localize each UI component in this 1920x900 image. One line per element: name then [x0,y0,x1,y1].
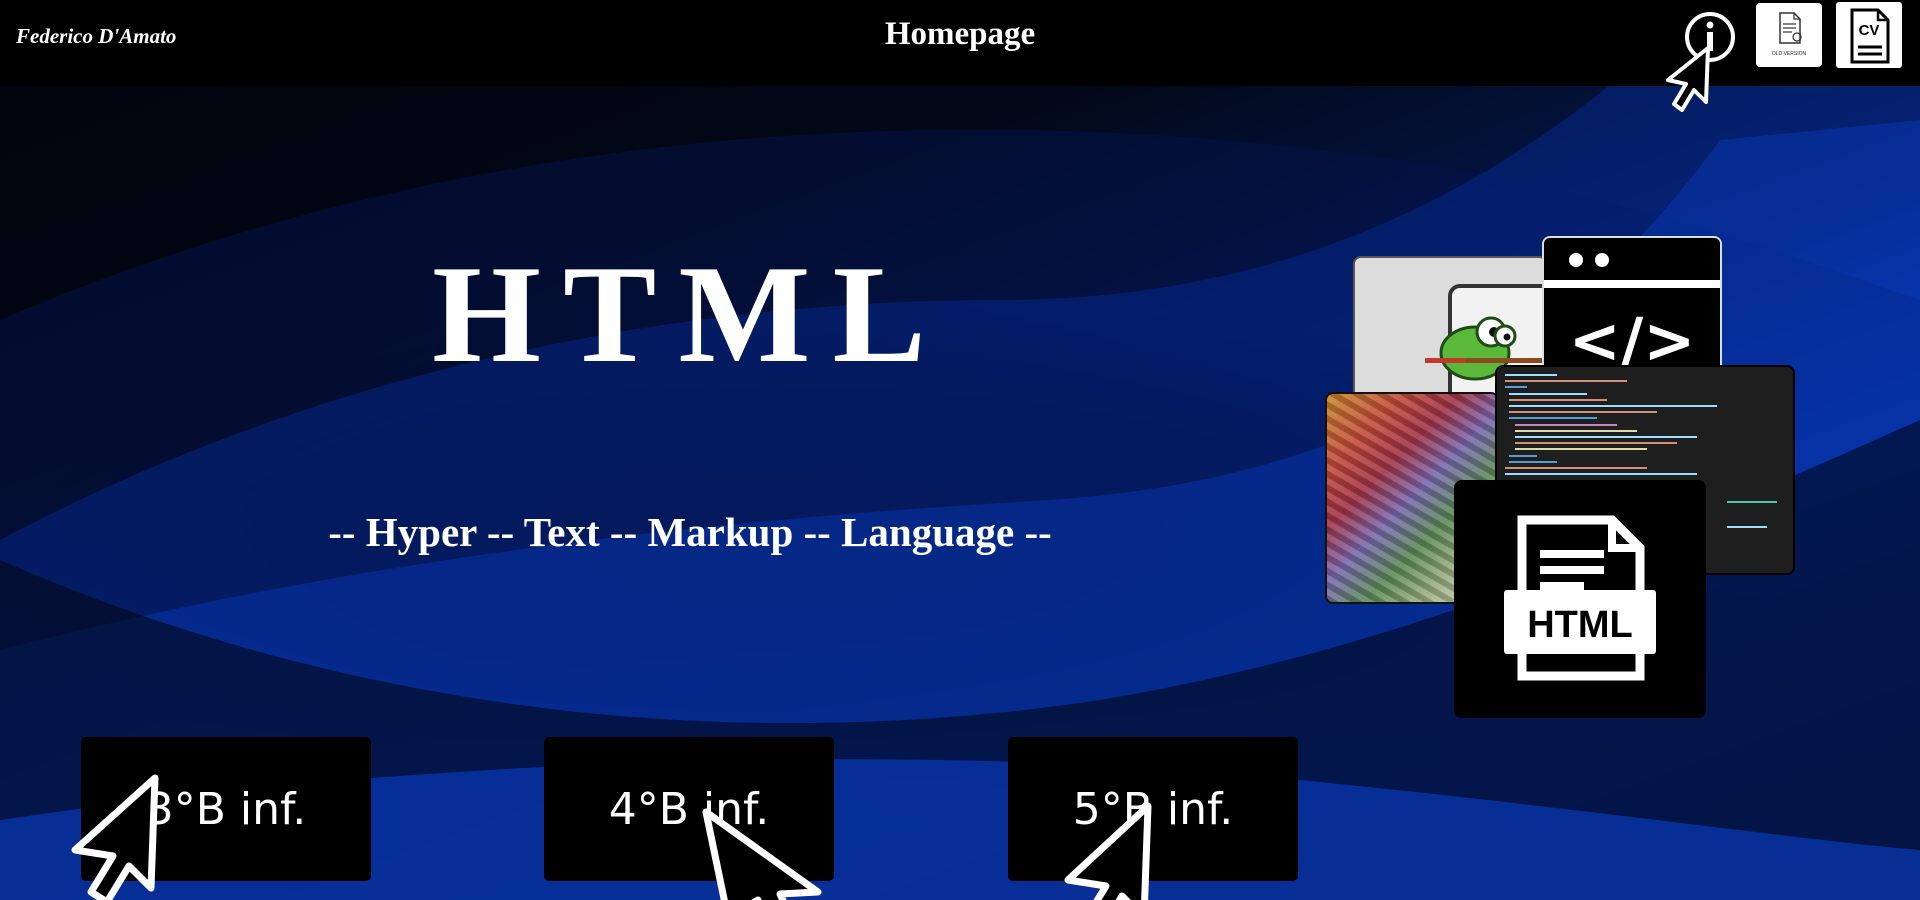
html-file-image: HTML [1454,480,1706,718]
old-version-button[interactable]: OLD VERSION [1756,3,1822,67]
html-file-icon: HTML [1454,480,1706,718]
page-title: Homepage [884,16,1036,52]
hero-title: HTML [432,237,948,392]
class-3b-button[interactable]: 3°B inf. [81,737,371,881]
cv-button[interactable]: CV [1836,2,1902,68]
class-3b-label: 3°B inf. [145,783,307,835]
old-version-caption: OLD VERSION [1771,51,1807,57]
class-4b-label: 4°B inf. [608,783,770,835]
svg-text:HTML: HTML [1527,604,1633,646]
code-brackets-icon: </> [1544,238,1720,376]
class-4b-button[interactable]: 4°B inf. [544,737,834,881]
cv-label: CV [1858,22,1880,39]
code-window-image: </> [1542,236,1722,378]
class-5b-label: 5°B inf. [1072,783,1234,835]
info-icon [1685,12,1735,62]
top-bar: Federico D'Amato Homepage OLD VERSION CV [0,0,1920,86]
page: Federico D'Amato Homepage OLD VERSION CV… [0,0,1920,900]
info-button[interactable] [1683,10,1737,64]
hero-subtitle: -- Hyper -- Text -- Markup -- Language -… [328,509,1052,555]
class-5b-button[interactable]: 5°B inf. [1008,737,1298,881]
document-icon [1779,12,1802,44]
